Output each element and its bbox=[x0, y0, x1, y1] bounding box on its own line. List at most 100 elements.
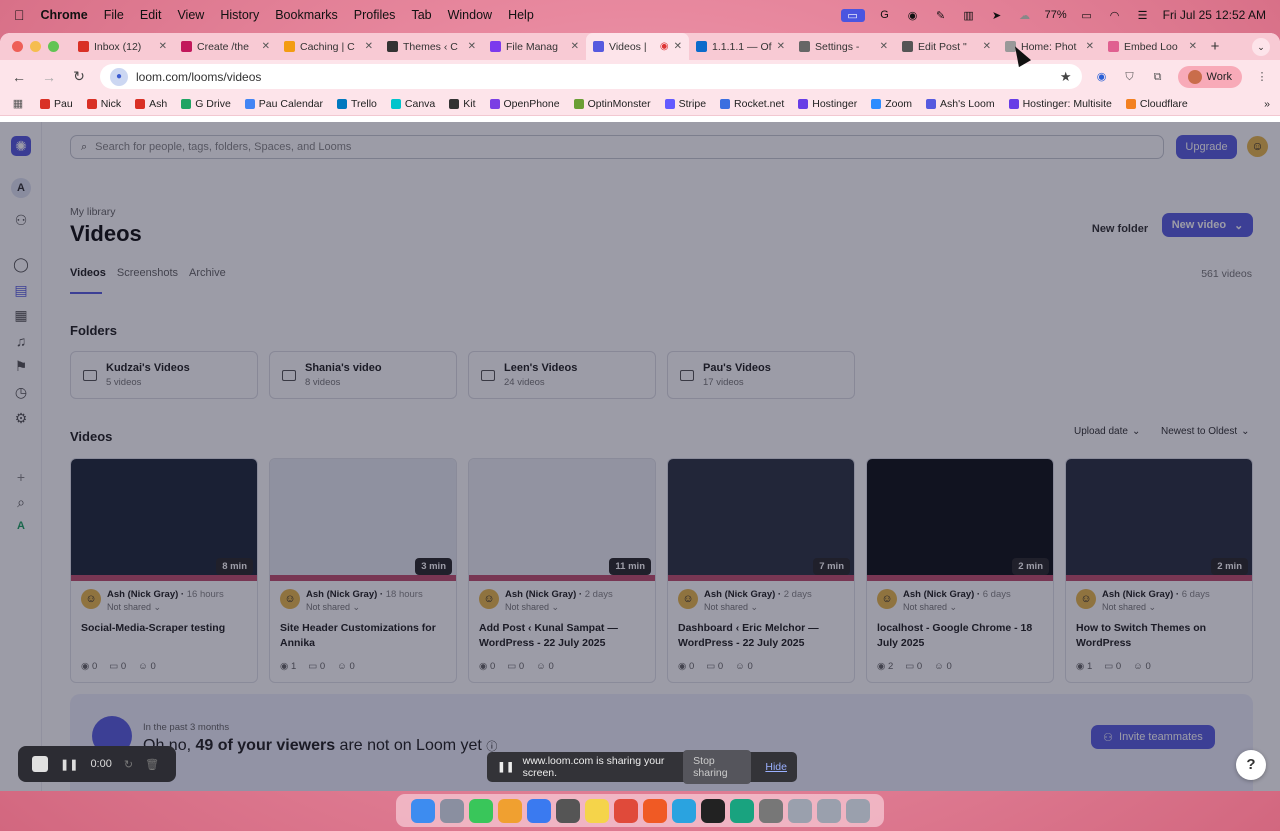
apps-grid-icon[interactable]: ▦ bbox=[10, 96, 26, 112]
folder-icon[interactable] bbox=[787, 798, 812, 823]
folder-card[interactable]: Pau's Videos 17 videos bbox=[667, 351, 855, 399]
reload-icon[interactable]: ↻ bbox=[70, 68, 88, 85]
browser-tab[interactable]: Videos | ◉ ✕ bbox=[586, 33, 689, 60]
messages-icon[interactable] bbox=[468, 798, 493, 823]
more-bookmarks-icon[interactable]: » bbox=[1264, 98, 1270, 110]
video-card[interactable]: 3 min ☺ Ash (Nick Gray) · 18 hours Not shar… bbox=[269, 458, 457, 683]
video-title[interactable]: Site Header Customizations for Annika bbox=[270, 613, 456, 657]
video-author[interactable]: Ash (Nick Gray) bbox=[903, 589, 974, 600]
stop-sharing-button[interactable]: Stop sharing bbox=[683, 750, 752, 784]
extensions-icon[interactable]: ⧉ bbox=[1150, 69, 1166, 85]
sort-field-dropdown[interactable]: Upload date ⌄ bbox=[1074, 426, 1140, 437]
chrome-icon[interactable] bbox=[613, 798, 638, 823]
cloud-icon[interactable]: ☁ bbox=[1017, 9, 1033, 22]
stop-recording-icon[interactable] bbox=[32, 756, 48, 772]
close-window-button[interactable] bbox=[12, 41, 23, 52]
shield-icon[interactable]: ⛉ bbox=[1122, 69, 1138, 85]
address-bar[interactable]: ● loom.com/looms/videos ★ bbox=[100, 64, 1082, 89]
tab-videos[interactable]: Videos bbox=[70, 267, 106, 279]
video-thumbnail[interactable]: 7 min bbox=[668, 459, 854, 581]
profile-button[interactable]: Work bbox=[1177, 65, 1242, 88]
bookmark-item[interactable]: Trello bbox=[337, 98, 377, 110]
close-tab-icon[interactable]: ✕ bbox=[880, 41, 888, 52]
browser-tab[interactable]: File Manag ✕ bbox=[483, 33, 586, 60]
video-title[interactable]: Add Post ‹ Kunal Sampat — WordPress - 22… bbox=[469, 613, 655, 657]
loom-search[interactable]: ⌕ Search for people, tags, folders, Spac… bbox=[70, 135, 1164, 159]
hide-share-bar-link[interactable]: Hide bbox=[765, 761, 787, 773]
video-thumbnail[interactable]: 2 min bbox=[867, 459, 1053, 581]
folder-card[interactable]: Leen's Videos 24 videos bbox=[468, 351, 656, 399]
bookmark-item[interactable]: Pau Calendar bbox=[244, 98, 323, 110]
site-info-icon[interactable]: ● bbox=[110, 67, 128, 86]
back-icon[interactable]: ← bbox=[10, 69, 28, 85]
cursor-app-icon[interactable] bbox=[700, 798, 725, 823]
menu-help[interactable]: Help bbox=[508, 8, 534, 22]
bookmark-item[interactable]: Pau bbox=[40, 98, 73, 110]
close-tab-icon[interactable]: ✕ bbox=[571, 41, 579, 52]
bookmark-item[interactable]: Zoom bbox=[871, 98, 912, 110]
settings-icon[interactable]: ⚙ bbox=[11, 408, 31, 428]
bookmark-item[interactable]: Hostinger: Multisite bbox=[1008, 98, 1112, 110]
grammarly-icon[interactable]: G bbox=[877, 9, 893, 21]
loom-logo-icon[interactable]: ✺ bbox=[11, 136, 31, 156]
forward-icon[interactable]: → bbox=[40, 69, 58, 85]
control-center-icon[interactable]: ☰ bbox=[1135, 9, 1151, 22]
kebab-menu-icon[interactable]: ⋮ bbox=[1254, 69, 1270, 85]
history-icon[interactable]: ◷ bbox=[11, 382, 31, 402]
video-card[interactable]: 7 min ☺ Ash (Nick Gray) · 2 days Not shared… bbox=[667, 458, 855, 683]
sort-order-dropdown[interactable]: Newest to Oldest ⌄ bbox=[1161, 426, 1250, 437]
menu-bookmarks[interactable]: Bookmarks bbox=[275, 8, 338, 22]
bookmark-item[interactable]: G Drive bbox=[181, 98, 231, 110]
menu-view[interactable]: View bbox=[177, 8, 204, 22]
new-video-button[interactable]: New video ⌄ bbox=[1162, 213, 1253, 237]
feather-icon[interactable]: ✎ bbox=[933, 9, 949, 22]
library-icon[interactable]: ▤ bbox=[11, 280, 31, 300]
menu-tab[interactable]: Tab bbox=[411, 8, 431, 22]
screen-share-icon[interactable]: ▭ bbox=[840, 8, 865, 22]
close-tab-icon[interactable]: ✕ bbox=[674, 41, 682, 52]
share-status[interactable]: Not shared ⌄ bbox=[505, 602, 613, 613]
video-author[interactable]: Ash (Nick Gray) bbox=[505, 589, 576, 600]
minimize-window-button[interactable] bbox=[30, 41, 41, 52]
browser-tab[interactable]: Edit Post " ✕ bbox=[895, 33, 998, 60]
bookmark-item[interactable]: Canva bbox=[390, 98, 435, 110]
close-tab-icon[interactable]: ✕ bbox=[983, 41, 991, 52]
stats-icon[interactable]: ▥ bbox=[961, 9, 977, 22]
user-avatar[interactable]: ☺ bbox=[1247, 136, 1268, 157]
close-tab-icon[interactable]: ✕ bbox=[1189, 41, 1197, 52]
password-icon[interactable]: ◉ bbox=[905, 9, 921, 22]
notes-app-icon[interactable] bbox=[526, 798, 551, 823]
bookmark-item[interactable]: Ash's Loom bbox=[926, 98, 995, 110]
settings-icon[interactable] bbox=[758, 798, 783, 823]
browser-tab[interactable]: Inbox (12) ✕ bbox=[71, 33, 174, 60]
video-thumbnail[interactable]: 11 min bbox=[469, 459, 655, 581]
video-card[interactable]: 2 min ☺ Ash (Nick Gray) · 6 days Not shared… bbox=[866, 458, 1054, 683]
add-icon[interactable]: + bbox=[11, 467, 31, 487]
address-url[interactable]: loom.com/looms/videos bbox=[136, 70, 261, 84]
menu-history[interactable]: History bbox=[220, 8, 259, 22]
menu-app-name[interactable]: Chrome bbox=[41, 8, 88, 22]
trash-icon[interactable] bbox=[845, 798, 870, 823]
video-card[interactable]: 2 min ☺ Ash (Nick Gray) · 6 days Not shared… bbox=[1065, 458, 1253, 683]
1password-icon[interactable]: ◉ bbox=[1094, 69, 1110, 85]
share-status[interactable]: Not shared ⌄ bbox=[107, 602, 224, 613]
close-tab-icon[interactable]: ✕ bbox=[777, 41, 785, 52]
video-thumbnail[interactable]: 2 min bbox=[1066, 459, 1252, 581]
video-title[interactable]: Dashboard ‹ Eric Melchor — WordPress - 2… bbox=[668, 613, 854, 657]
photos-icon[interactable] bbox=[497, 798, 522, 823]
bookmark-item[interactable]: Kit bbox=[449, 98, 476, 110]
video-card[interactable]: 11 min ☺ Ash (Nick Gray) · 2 days Not share… bbox=[468, 458, 656, 683]
bookmark-item[interactable]: Rocket.net bbox=[720, 98, 784, 110]
close-tab-icon[interactable]: ✕ bbox=[365, 41, 373, 52]
video-author[interactable]: Ash (Nick Gray) bbox=[107, 589, 178, 600]
browser-tab[interactable]: Caching | C ✕ bbox=[277, 33, 380, 60]
video-title[interactable]: How to Switch Themes on WordPress bbox=[1066, 613, 1252, 657]
zoom-window-button[interactable] bbox=[48, 41, 59, 52]
calculator-icon[interactable] bbox=[555, 798, 580, 823]
share-status[interactable]: Not shared ⌄ bbox=[903, 602, 1011, 613]
brave-icon[interactable] bbox=[642, 798, 667, 823]
menu-profiles[interactable]: Profiles bbox=[354, 8, 396, 22]
video-author[interactable]: Ash (Nick Gray) bbox=[1102, 589, 1173, 600]
bookmark-item[interactable]: Ash bbox=[135, 98, 167, 110]
upgrade-button[interactable]: Upgrade bbox=[1176, 135, 1237, 159]
